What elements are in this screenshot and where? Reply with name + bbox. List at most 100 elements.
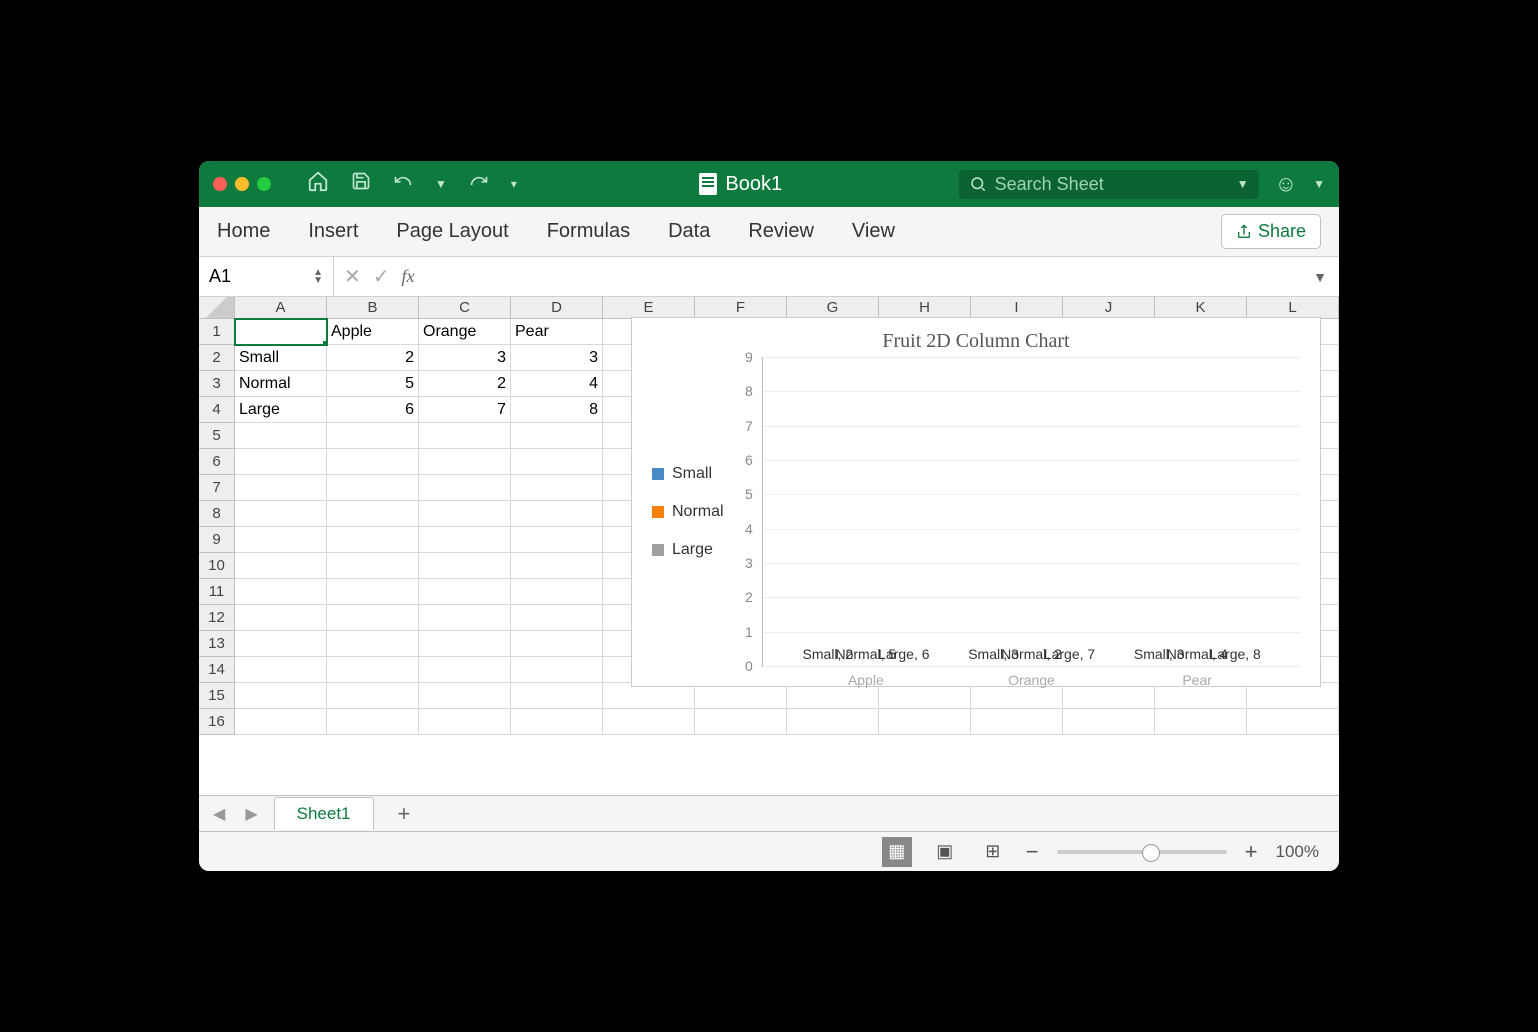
cell-D8[interactable]: [511, 501, 603, 527]
cell-C10[interactable]: [419, 553, 511, 579]
fx-icon[interactable]: fx: [402, 266, 415, 287]
row-header[interactable]: 2: [199, 345, 235, 371]
view-page-break-icon[interactable]: ⊞: [978, 837, 1008, 867]
cell-B8[interactable]: [327, 501, 419, 527]
cell-C16[interactable]: [419, 709, 511, 735]
cell-D4[interactable]: 8: [511, 397, 603, 423]
search-box[interactable]: ▼: [959, 170, 1259, 199]
tab-insert[interactable]: Insert: [308, 220, 358, 243]
cell-A12[interactable]: [235, 605, 327, 631]
col-header[interactable]: I: [971, 297, 1063, 318]
cell-C7[interactable]: [419, 475, 511, 501]
row-header[interactable]: 6: [199, 449, 235, 475]
tab-data[interactable]: Data: [668, 220, 710, 243]
name-box-spinner[interactable]: ▲▼: [313, 269, 323, 285]
row-header[interactable]: 3: [199, 371, 235, 397]
cell-B10[interactable]: [327, 553, 419, 579]
cell-D1[interactable]: Pear: [511, 319, 603, 345]
cell-D5[interactable]: [511, 423, 603, 449]
cell-A4[interactable]: Large: [235, 397, 327, 423]
cell-B1[interactable]: Apple: [327, 319, 419, 345]
qat-customize-icon[interactable]: ▾: [505, 177, 523, 191]
cell-A3[interactable]: Normal: [235, 371, 327, 397]
sheet-nav-prev-icon[interactable]: ◀: [209, 804, 229, 824]
cell-G16[interactable]: [787, 709, 879, 735]
row-header[interactable]: 15: [199, 683, 235, 709]
col-header[interactable]: E: [603, 297, 695, 318]
cancel-icon[interactable]: ✕: [344, 264, 361, 289]
cell-B7[interactable]: [327, 475, 419, 501]
cell-B4[interactable]: 6: [327, 397, 419, 423]
row-header[interactable]: 11: [199, 579, 235, 605]
tab-review[interactable]: Review: [748, 220, 814, 243]
cell-A11[interactable]: [235, 579, 327, 605]
col-header[interactable]: L: [1247, 297, 1339, 318]
cell-B12[interactable]: [327, 605, 419, 631]
undo-icon[interactable]: [387, 171, 419, 197]
cell-A1[interactable]: [235, 319, 327, 345]
view-normal-icon[interactable]: ▦: [882, 837, 912, 867]
cell-D13[interactable]: [511, 631, 603, 657]
cell-J16[interactable]: [1063, 709, 1155, 735]
row-header[interactable]: 1: [199, 319, 235, 345]
cell-L16[interactable]: [1247, 709, 1339, 735]
zoom-in-button[interactable]: +: [1245, 839, 1258, 865]
cell-B2[interactable]: 2: [327, 345, 419, 371]
cell-D14[interactable]: [511, 657, 603, 683]
col-header[interactable]: A: [235, 297, 327, 318]
col-header[interactable]: K: [1155, 297, 1247, 318]
col-header[interactable]: C: [419, 297, 511, 318]
cell-F16[interactable]: [695, 709, 787, 735]
cell-B13[interactable]: [327, 631, 419, 657]
cell-K16[interactable]: [1155, 709, 1247, 735]
cell-A6[interactable]: [235, 449, 327, 475]
cell-B11[interactable]: [327, 579, 419, 605]
cell-C12[interactable]: [419, 605, 511, 631]
col-header[interactable]: H: [879, 297, 971, 318]
tab-view[interactable]: View: [852, 220, 895, 243]
cell-C13[interactable]: [419, 631, 511, 657]
search-input[interactable]: [995, 174, 1229, 195]
redo-icon[interactable]: [463, 171, 495, 197]
zoom-slider[interactable]: [1057, 850, 1227, 854]
cell-H16[interactable]: [879, 709, 971, 735]
cell-C15[interactable]: [419, 683, 511, 709]
cell-A9[interactable]: [235, 527, 327, 553]
cell-B15[interactable]: [327, 683, 419, 709]
cell-C2[interactable]: 3: [419, 345, 511, 371]
row-header[interactable]: 10: [199, 553, 235, 579]
row-header[interactable]: 5: [199, 423, 235, 449]
cell-A8[interactable]: [235, 501, 327, 527]
row-header[interactable]: 13: [199, 631, 235, 657]
zoom-out-button[interactable]: −: [1026, 839, 1039, 865]
cell-A10[interactable]: [235, 553, 327, 579]
cell-B16[interactable]: [327, 709, 419, 735]
cell-C8[interactable]: [419, 501, 511, 527]
row-header[interactable]: 8: [199, 501, 235, 527]
confirm-icon[interactable]: ✓: [373, 264, 390, 289]
cell-D2[interactable]: 3: [511, 345, 603, 371]
cell-B14[interactable]: [327, 657, 419, 683]
cell-A2[interactable]: Small: [235, 345, 327, 371]
cell-E16[interactable]: [603, 709, 695, 735]
cell-D12[interactable]: [511, 605, 603, 631]
cell-C9[interactable]: [419, 527, 511, 553]
home-icon[interactable]: [301, 170, 335, 198]
cell-C5[interactable]: [419, 423, 511, 449]
cell-D15[interactable]: [511, 683, 603, 709]
sheet-tab[interactable]: Sheet1: [274, 797, 374, 830]
cell-C3[interactable]: 2: [419, 371, 511, 397]
minimize-window-button[interactable]: [235, 177, 249, 191]
row-header[interactable]: 12: [199, 605, 235, 631]
row-header[interactable]: 4: [199, 397, 235, 423]
col-header[interactable]: B: [327, 297, 419, 318]
cell-D3[interactable]: 4: [511, 371, 603, 397]
cell-B9[interactable]: [327, 527, 419, 553]
cell-B6[interactable]: [327, 449, 419, 475]
cell-C1[interactable]: Orange: [419, 319, 511, 345]
row-header[interactable]: 7: [199, 475, 235, 501]
cell-A15[interactable]: [235, 683, 327, 709]
cell-C11[interactable]: [419, 579, 511, 605]
cell-D10[interactable]: [511, 553, 603, 579]
add-sheet-button[interactable]: +: [386, 801, 423, 827]
